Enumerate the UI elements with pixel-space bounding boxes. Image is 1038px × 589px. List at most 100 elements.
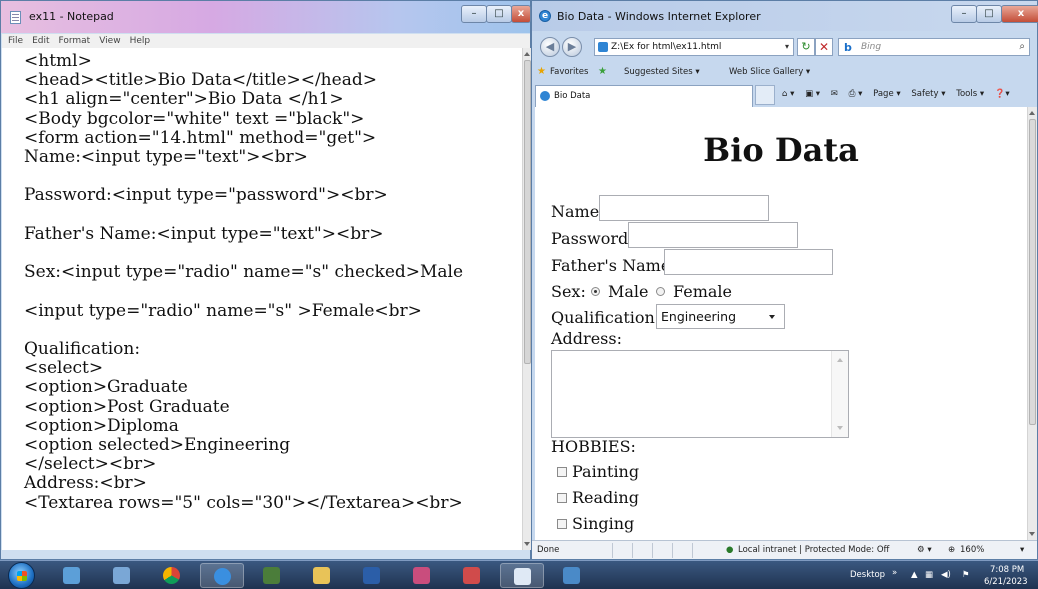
qualification-select[interactable]: Engineering	[656, 304, 785, 329]
address-bar[interactable]: Z:\Ex for html\ex11.html ▾	[594, 38, 794, 56]
notepad-title-bar[interactable]: ex11 - Notepad – □ x	[1, 1, 531, 33]
protected-mode-icon[interactable]: ⚙ ▾	[917, 545, 932, 555]
scroll-thumb[interactable]	[1029, 119, 1036, 425]
safety-menu[interactable]: Safety ▾	[911, 89, 945, 99]
forward-button[interactable]: ▶	[562, 37, 582, 57]
menu-view[interactable]: View	[99, 34, 120, 48]
taskbar-control-panel[interactable]	[50, 563, 94, 588]
search-icon[interactable]: ⌕	[1019, 39, 1025, 55]
chrome-icon	[163, 567, 180, 584]
desktop-toolbar[interactable]: Desktop	[850, 570, 885, 580]
taskbar-chrome[interactable]	[150, 563, 194, 588]
ie-minimize-button[interactable]: –	[951, 5, 977, 23]
name-input[interactable]	[599, 195, 769, 221]
female-radio[interactable]	[656, 287, 665, 296]
reading-checkbox[interactable]	[557, 493, 567, 503]
ie-navigation-bar: ◀ ▶ Z:\Ex for html\ex11.html ▾ ↻ ✕ b Bin…	[532, 31, 1037, 63]
taskbar-notepad[interactable]	[500, 563, 544, 588]
scroll-thumb[interactable]	[524, 60, 531, 364]
zoom-level[interactable]: 160%	[960, 545, 984, 555]
scroll-down-icon[interactable]	[1029, 532, 1035, 536]
menu-format[interactable]: Format	[59, 34, 91, 48]
scroll-up-icon[interactable]	[524, 52, 530, 56]
add-favorite-icon[interactable]: ★	[598, 66, 607, 77]
code-line: <option selected>Engineering	[24, 435, 291, 456]
show-more-icon[interactable]: »	[892, 568, 897, 578]
search-box[interactable]: b Bing ⌕	[838, 38, 1030, 56]
new-tab-button[interactable]	[755, 85, 775, 105]
menu-file[interactable]: File	[8, 34, 23, 48]
taskbar-network[interactable]	[100, 563, 144, 588]
taskbar-explorer[interactable]	[300, 563, 344, 588]
father-name-input[interactable]	[664, 249, 833, 275]
scroll-up-icon[interactable]	[837, 358, 843, 362]
singing-checkbox[interactable]	[557, 519, 567, 529]
system-tray: Desktop » ▲ ▦ ◀) ⚑ 7:08 PM 6/21/2023	[850, 561, 1038, 589]
minimize-button[interactable]: –	[461, 5, 487, 23]
code-line: <html>	[24, 51, 92, 71]
search-placeholder: Bing	[861, 42, 882, 52]
refresh-button[interactable]: ↻	[797, 38, 815, 56]
mail-icon[interactable]: ✉	[831, 89, 838, 99]
stop-button[interactable]: ✕	[815, 38, 833, 56]
menu-edit[interactable]: Edit	[32, 34, 49, 48]
notepad-title: ex11 - Notepad	[29, 10, 114, 23]
feeds-icon[interactable]: ▣ ▾	[805, 89, 820, 99]
notepad-scrollbar[interactable]	[522, 48, 531, 550]
suggested-sites-link[interactable]: Suggested Sites ▾	[624, 67, 700, 77]
password-input[interactable]	[628, 222, 798, 248]
page-menu[interactable]: Page ▾	[873, 89, 901, 99]
notepad-icon	[10, 11, 21, 24]
taskbar-paint[interactable]	[400, 563, 444, 588]
scroll-down-icon[interactable]	[837, 426, 843, 430]
address-textarea[interactable]	[551, 350, 849, 438]
taskbar-word[interactable]	[550, 563, 594, 588]
ie-maximize-button[interactable]: □	[976, 5, 1002, 23]
network-tray-icon[interactable]: ▦	[925, 570, 933, 580]
clock-date[interactable]: 6/21/2023	[984, 577, 1028, 587]
print-icon[interactable]: ⎙ ▾	[849, 89, 863, 99]
zoom-icon[interactable]: ⊕	[948, 545, 955, 555]
painting-checkbox[interactable]	[557, 467, 567, 477]
maximize-button[interactable]: □	[486, 5, 512, 23]
code-line: Password:<input type="password"><br>	[24, 185, 388, 206]
tools-menu[interactable]: Tools ▾	[956, 89, 984, 99]
address-dropdown-icon[interactable]: ▾	[785, 39, 789, 55]
menu-help[interactable]: Help	[130, 34, 151, 48]
tray-up-icon[interactable]: ▲	[911, 570, 918, 580]
painting-label: Painting	[572, 462, 640, 481]
code-line: <input type="radio" name="s" >Female<br>	[24, 300, 422, 321]
help-icon[interactable]: ❓▾	[995, 89, 1010, 99]
back-button[interactable]: ◀	[540, 37, 560, 57]
ie-title-bar[interactable]: e Bio Data - Windows Internet Explorer –…	[532, 1, 1038, 31]
notepad-editor[interactable]: <html> <head><title>Bio Data</title></hea…	[2, 48, 522, 550]
zoom-dropdown-icon[interactable]: ▾	[1020, 545, 1024, 555]
scroll-down-icon[interactable]	[524, 542, 530, 546]
qualification-value: Engineering	[661, 309, 736, 324]
ie-close-button[interactable]: x	[1001, 5, 1038, 23]
male-radio[interactable]	[591, 287, 600, 296]
intranet-icon: ●	[726, 545, 734, 555]
start-button[interactable]	[8, 562, 35, 589]
volume-icon[interactable]: ◀)	[941, 570, 951, 580]
home-icon[interactable]: ⌂ ▾	[782, 89, 794, 99]
ie-scrollbar[interactable]	[1027, 107, 1037, 540]
taskbar-app[interactable]	[250, 563, 294, 588]
taskbar-snipping[interactable]	[450, 563, 494, 588]
web-slice-gallery-link[interactable]: Web Slice Gallery ▾	[729, 67, 810, 77]
close-button[interactable]: x	[511, 5, 531, 23]
taskbar-ie[interactable]	[200, 563, 244, 588]
favorites-star-icon[interactable]: ★	[537, 66, 546, 77]
taskbar-word-doc[interactable]	[350, 563, 394, 588]
favorites-bar: ★ Favorites ★ Suggested Sites ▾ Web Slic…	[532, 63, 1037, 81]
clock-time[interactable]: 7:08 PM	[990, 565, 1024, 575]
scroll-up-icon[interactable]	[1029, 111, 1035, 115]
textarea-scrollbar[interactable]	[831, 351, 848, 437]
hobbies-label: HOBBIES:	[551, 437, 636, 456]
action-center-icon[interactable]: ⚑	[962, 570, 970, 580]
code-line: <h1 align="center">Bio Data </h1>	[24, 89, 344, 110]
favorites-button[interactable]: Favorites	[550, 67, 588, 77]
tab-bio-data[interactable]: Bio Data	[535, 85, 753, 107]
